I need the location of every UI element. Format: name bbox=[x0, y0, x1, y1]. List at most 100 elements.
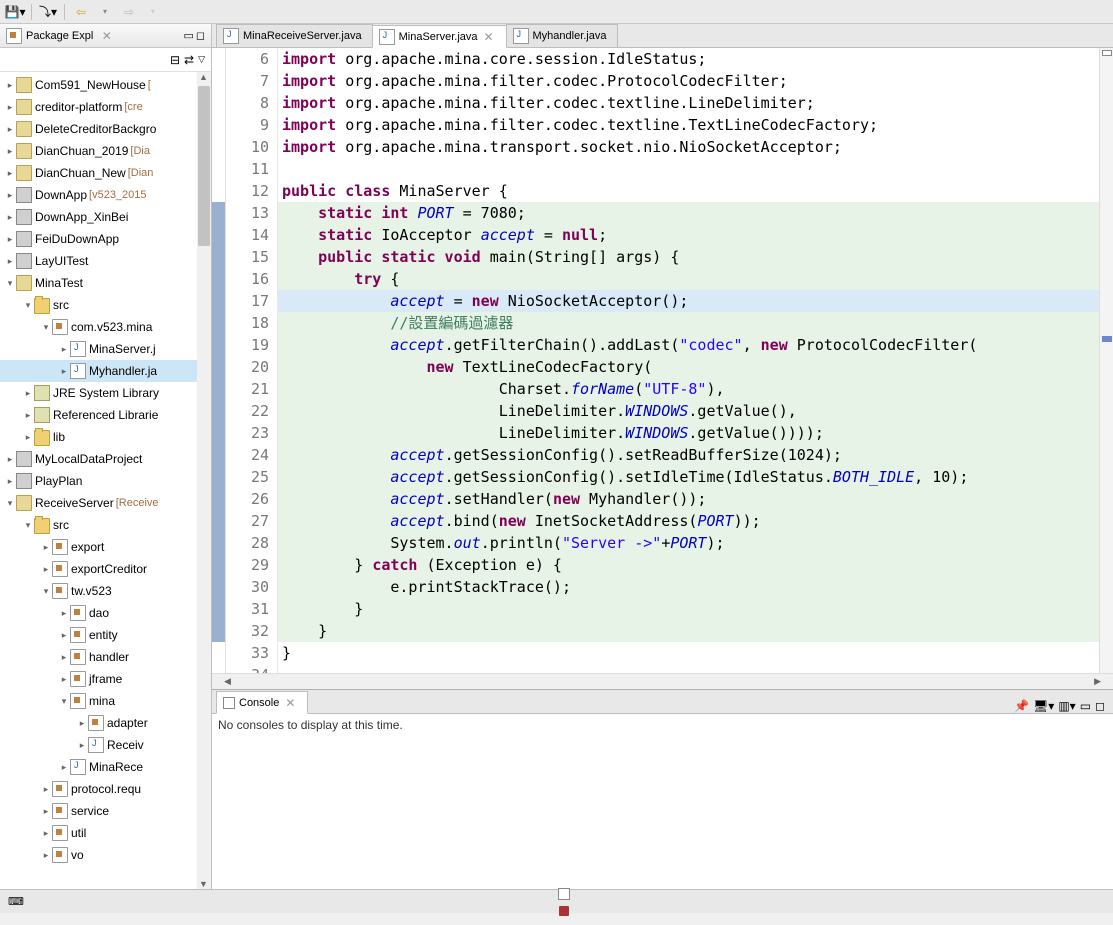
code-line[interactable]: static int PORT = 7080; bbox=[278, 202, 1099, 224]
tree-item[interactable]: ▸exportCreditor bbox=[0, 558, 211, 580]
code-line[interactable] bbox=[278, 664, 1099, 673]
code-area[interactable]: import org.apache.mina.core.session.Idle… bbox=[278, 48, 1099, 673]
twisty-icon[interactable]: ▸ bbox=[4, 190, 16, 201]
tree-item[interactable]: ▸Com591_NewHouse [ bbox=[0, 74, 211, 96]
code-line[interactable]: } bbox=[278, 620, 1099, 642]
tree-item[interactable]: ▸export bbox=[0, 536, 211, 558]
show-key-assist-icon[interactable]: ⌨ bbox=[8, 895, 24, 908]
code-line[interactable]: accept.bind(new InetSocketAddress(PORT))… bbox=[278, 510, 1099, 532]
twisty-icon[interactable]: ▸ bbox=[22, 388, 34, 399]
code-line[interactable]: new TextLineCodecFactory( bbox=[278, 356, 1099, 378]
editor-tab[interactable]: MinaReceiveServer.java bbox=[216, 24, 373, 47]
editor-tab[interactable]: Myhandler.java bbox=[506, 24, 618, 47]
tree-item[interactable]: ▸MinaRece bbox=[0, 756, 211, 778]
twisty-icon[interactable]: ▾ bbox=[22, 520, 34, 531]
twisty-icon[interactable]: ▸ bbox=[40, 806, 52, 817]
nav-back[interactable]: ⇦ bbox=[70, 2, 92, 22]
open-console-button[interactable]: ▥▾ bbox=[1058, 699, 1075, 713]
code-line[interactable]: } bbox=[278, 598, 1099, 620]
tree-item[interactable]: ▸handler bbox=[0, 646, 211, 668]
next-annotation[interactable]: ⤵▾ bbox=[37, 2, 59, 22]
view-menu-button[interactable]: ▽ bbox=[198, 54, 205, 65]
twisty-icon[interactable]: ▾ bbox=[4, 278, 16, 289]
tree-item[interactable]: ▸Receiv bbox=[0, 734, 211, 756]
twisty-icon[interactable]: ▸ bbox=[58, 674, 70, 685]
tree-item[interactable]: ▾MinaTest bbox=[0, 272, 211, 294]
tree-item[interactable]: ▸Myhandler.ja bbox=[0, 360, 211, 382]
tree-item[interactable]: ▾mina bbox=[0, 690, 211, 712]
tree-item[interactable]: ▸Referenced Librarie bbox=[0, 404, 211, 426]
twisty-icon[interactable]: ▸ bbox=[4, 212, 16, 223]
code-editor[interactable]: 6789101112131415161718192021222324252627… bbox=[212, 48, 1113, 673]
twisty-icon[interactable]: ▸ bbox=[76, 718, 88, 729]
tree-item[interactable]: ▾tw.v523 bbox=[0, 580, 211, 602]
code-line[interactable] bbox=[278, 158, 1099, 180]
code-line[interactable]: static IoAcceptor accept = null; bbox=[278, 224, 1099, 246]
twisty-icon[interactable]: ▾ bbox=[22, 300, 34, 311]
twisty-icon[interactable]: ▸ bbox=[4, 102, 16, 113]
tree-item[interactable]: ▸DownApp [v523_2015 bbox=[0, 184, 211, 206]
link-editor-button[interactable]: ⇄ bbox=[184, 53, 194, 67]
code-line[interactable]: Charset.forName("UTF-8"), bbox=[278, 378, 1099, 400]
code-line[interactable]: accept.setHandler(new Myhandler()); bbox=[278, 488, 1099, 510]
twisty-icon[interactable]: ▸ bbox=[4, 256, 16, 267]
pin-console-button[interactable]: 📌 bbox=[1014, 699, 1029, 713]
code-line[interactable]: import org.apache.mina.core.session.Idle… bbox=[278, 48, 1099, 70]
tree-item[interactable]: ▸dao bbox=[0, 602, 211, 624]
tree-item[interactable]: ▸FeiDuDownApp bbox=[0, 228, 211, 250]
tree-item[interactable]: ▸LayUITest bbox=[0, 250, 211, 272]
package-explorer-tree[interactable]: ▸Com591_NewHouse [▸creditor-platform [cr… bbox=[0, 72, 211, 889]
console-min-button[interactable]: ▭ bbox=[1080, 699, 1091, 713]
tree-scrollbar[interactable]: ▲ ▼ bbox=[197, 72, 211, 889]
code-line[interactable]: accept.getSessionConfig().setIdleTime(Id… bbox=[278, 466, 1099, 488]
nav-forward-menu[interactable]: ▾ bbox=[142, 2, 164, 22]
twisty-icon[interactable]: ▸ bbox=[4, 168, 16, 179]
twisty-icon[interactable]: ▸ bbox=[4, 234, 16, 245]
code-line[interactable]: } bbox=[278, 642, 1099, 664]
twisty-icon[interactable]: ▸ bbox=[40, 784, 52, 795]
status-icon-2[interactable] bbox=[559, 906, 569, 916]
tree-item[interactable]: ▸adapter bbox=[0, 712, 211, 734]
twisty-icon[interactable]: ▸ bbox=[58, 366, 70, 377]
twisty-icon[interactable]: ▸ bbox=[4, 124, 16, 135]
editor-horizontal-scrollbar[interactable]: ◀ ▶ bbox=[212, 673, 1113, 689]
close-view-button[interactable]: ✕ bbox=[100, 29, 114, 43]
save-dropdown[interactable]: 💾▾ bbox=[4, 2, 26, 22]
code-line[interactable]: //設置編碼過濾器 bbox=[278, 312, 1099, 334]
close-console-button[interactable]: ✕ bbox=[283, 696, 297, 710]
code-line[interactable]: import org.apache.mina.transport.socket.… bbox=[278, 136, 1099, 158]
tree-item[interactable]: ▸protocol.requ bbox=[0, 778, 211, 800]
code-line[interactable]: try { bbox=[278, 268, 1099, 290]
twisty-icon[interactable]: ▸ bbox=[58, 652, 70, 663]
editor-tab[interactable]: MinaServer.java✕ bbox=[372, 25, 507, 48]
twisty-icon[interactable]: ▸ bbox=[40, 564, 52, 575]
twisty-icon[interactable]: ▾ bbox=[4, 498, 16, 509]
nav-back-menu[interactable]: ▾ bbox=[94, 2, 116, 22]
tree-item[interactable]: ▾src bbox=[0, 294, 211, 316]
code-line[interactable]: import org.apache.mina.filter.codec.text… bbox=[278, 92, 1099, 114]
close-tab-button[interactable]: ✕ bbox=[482, 30, 496, 44]
tree-item[interactable]: ▸lib bbox=[0, 426, 211, 448]
code-line[interactable]: import org.apache.mina.filter.codec.Prot… bbox=[278, 70, 1099, 92]
twisty-icon[interactable]: ▾ bbox=[58, 696, 70, 707]
minimize-view-button[interactable]: ▭ bbox=[183, 29, 193, 42]
twisty-icon[interactable]: ▸ bbox=[58, 344, 70, 355]
maximize-view-button[interactable]: ◻ bbox=[196, 29, 205, 42]
console-max-button[interactable]: ◻ bbox=[1095, 699, 1105, 713]
twisty-icon[interactable]: ▸ bbox=[40, 850, 52, 861]
code-line[interactable]: accept.getSessionConfig().setReadBufferS… bbox=[278, 444, 1099, 466]
tree-item[interactable]: ▸PlayPlan bbox=[0, 470, 211, 492]
code-line[interactable]: accept.getFilterChain().addLast("codec",… bbox=[278, 334, 1099, 356]
twisty-icon[interactable]: ▸ bbox=[4, 80, 16, 91]
tree-item[interactable]: ▸DeleteCreditorBackgro bbox=[0, 118, 211, 140]
twisty-icon[interactable]: ▸ bbox=[22, 432, 34, 443]
display-console-button[interactable]: 🖥▾ bbox=[1033, 699, 1054, 713]
twisty-icon[interactable]: ▸ bbox=[58, 608, 70, 619]
twisty-icon[interactable]: ▾ bbox=[40, 586, 52, 597]
twisty-icon[interactable]: ▸ bbox=[58, 762, 70, 773]
twisty-icon[interactable]: ▸ bbox=[22, 410, 34, 421]
tree-item[interactable]: ▸jframe bbox=[0, 668, 211, 690]
tree-item[interactable]: ▾ReceiveServer [Receive bbox=[0, 492, 211, 514]
code-line[interactable]: accept = new NioSocketAcceptor(); bbox=[278, 290, 1099, 312]
code-line[interactable]: LineDelimiter.WINDOWS.getValue()))); bbox=[278, 422, 1099, 444]
